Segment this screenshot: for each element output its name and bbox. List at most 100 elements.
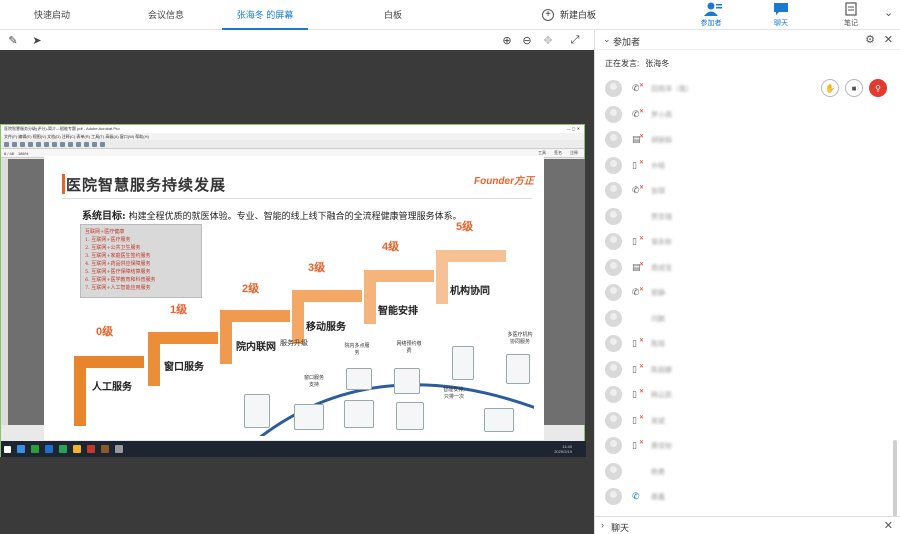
level-2: 2级 <box>242 283 260 295</box>
mic-muted-icon[interactable]: ⚲ <box>869 79 887 97</box>
pdf-menu-bar: 文件(F) 编辑(E) 视图(V) 文档(D) 注释(C) 表单(R) 工具(T… <box>1 133 584 140</box>
tab-shared-screen[interactable]: 张海冬 的屏幕 <box>222 0 308 30</box>
new-whiteboard-button[interactable]: + 新建白板 <box>542 0 596 30</box>
pdf-page-indicator: 8 / 48 <box>4 150 15 156</box>
participant-row[interactable]: ▯ ✕ 陈丽娜 <box>595 357 895 383</box>
figure-hospital <box>244 394 270 428</box>
tab-quick-start[interactable]: 快速启动 <box>22 0 82 30</box>
participant-row[interactable]: ▤ ✕ 周成宝 <box>595 255 895 281</box>
mobile-icon: ▯ ✕ <box>632 440 645 450</box>
collapse-icon[interactable]: ⌄ <box>603 34 611 45</box>
raise-hand-icon[interactable]: ✋ <box>821 79 839 97</box>
participant-name: 杨勇 <box>651 468 665 476</box>
participants-button[interactable]: 参加者 <box>688 0 734 30</box>
camera-icon[interactable]: ■ <box>845 79 863 97</box>
fullscreen-icon[interactable]: ⤢ <box>568 33 582 47</box>
mobile-icon: ▯ ✕ <box>632 414 645 425</box>
fig-label-window: 窗口服务支持 <box>303 375 324 388</box>
participant-name: 郭静 <box>651 290 665 297</box>
participant-row[interactable]: ▯ ✕ 陈瑶 <box>595 331 895 357</box>
zoom-out-icon[interactable]: ⊖ <box>520 33 534 47</box>
notes-label: 笔记 <box>844 20 858 27</box>
participant-name: 吴斌 <box>651 417 665 425</box>
gear-icon[interactable]: ⚙ <box>865 33 875 46</box>
slide-title: 医院智慧服务持续发展 <box>66 177 227 194</box>
pdf-side-panel <box>1 159 8 425</box>
participant-row[interactable]: 贾京瑞 <box>595 204 895 230</box>
chevron-down-icon[interactable]: ⌄ <box>884 6 893 19</box>
avatar <box>605 182 622 199</box>
mobile-icon: ▯ ✕ <box>632 159 645 170</box>
avatar <box>605 462 622 480</box>
figure-nurse <box>344 400 374 428</box>
avatar <box>605 360 622 378</box>
title-accent <box>62 174 65 194</box>
participant-name: 许晓 <box>651 162 665 170</box>
avatar <box>605 131 622 148</box>
window-controls: — ▢ ✕ <box>566 126 580 131</box>
expand-icon[interactable]: › <box>601 520 604 530</box>
pdf-title-bar: 医院智慧服务分级(评分)-简介---赋能专题.pdf - Adobe Acrob… <box>1 125 584 133</box>
step-intranet: 院内联网 <box>236 342 276 353</box>
plus-icon: + <box>542 9 554 21</box>
move-icon[interactable]: ✥ <box>541 33 555 47</box>
founder-logo: Founder方正 <box>474 176 534 187</box>
panel-header: ⌄ 参加者 ⚙ ✕ <box>595 30 900 50</box>
slide-page: 医院智慧服务持续发展 Founder方正 系统目标: 构建全程优质的就医体验。专… <box>44 156 544 440</box>
figure-robot <box>452 346 474 380</box>
participant-row[interactable]: ▯ ✕ 韩云凯 <box>595 382 895 408</box>
windows-taskbar: 11:40 2020/2/19 <box>1 441 586 457</box>
participant-row[interactable]: 闫鹏 <box>595 306 895 332</box>
participant-row[interactable]: ✆ ✕ 郭静 <box>595 280 895 306</box>
participant-row[interactable]: ✆ 唐鑫 <box>595 484 895 510</box>
phone-icon: ✆ ✕ <box>632 83 645 93</box>
figure-window <box>294 404 324 430</box>
fig-label-smart: 智能安排,只排一次 <box>443 387 465 400</box>
top-bar: 快速启动 会议信息 张海冬 的屏幕 白板 + 新建白板 参加者 聊天 笔记 ⌄ <box>0 0 900 30</box>
close-icon[interactable]: ✕ <box>884 33 893 46</box>
participant-row[interactable]: ✆ ✕ 田雨泽（我） ✋ ■ ⚲ <box>595 76 895 102</box>
system-goal: 系统目标: 构建全程优质的就医体验。专业、智能的线上线下融合的全流程健康管理服务… <box>82 207 462 222</box>
participant-row[interactable]: ▯ ✕ 邹永秋 <box>595 229 895 255</box>
participant-row[interactable]: ▯ ✕ 许晓 <box>595 153 895 179</box>
scrollbar[interactable] <box>893 440 897 520</box>
participant-row[interactable]: ✆ ✕ 罗小燕 <box>595 102 895 128</box>
chat-button[interactable]: 聊天 <box>758 0 804 30</box>
tab-meeting-info[interactable]: 会议信息 <box>136 0 196 30</box>
participant-row[interactable]: 杨勇 <box>595 459 895 485</box>
participants-panel: ⌄ 参加者 ⚙ ✕ 正在发言: 张海冬 ✆ ✕ 田雨泽（我） ✋ ■ ⚲ ✆ ✕ 罗小燕 ▤ ✕ 胡丽娟… <box>594 30 900 534</box>
participant-name: 韩云凯 <box>651 392 672 399</box>
fig-label-collab: 多医疗机构协同服务 <box>507 332 533 345</box>
taskbar-clock: 11:40 2020/2/19 <box>554 444 572 454</box>
phone-icon: ✆ <box>632 491 640 501</box>
participant-name: 罗小燕 <box>651 111 672 119</box>
screen-toolbar: ✎ ➤ ⊕ ⊖ ✥ ⤢ <box>0 30 594 50</box>
chat-icon <box>774 3 788 15</box>
participant-row[interactable]: ▤ ✕ 胡丽娟 <box>595 127 895 153</box>
pdf-sign-tab: 签名 <box>554 150 562 155</box>
participant-name: 黄佳怡 <box>651 443 672 450</box>
participant-row[interactable]: ✆ ✕ 张琪 <box>595 178 895 204</box>
participant-name: 周成宝 <box>651 264 672 272</box>
chat-panel-header[interactable]: › 聊天 ✕ <box>595 516 900 534</box>
tab-whiteboard[interactable]: 白板 <box>368 0 418 30</box>
zoom-in-icon[interactable]: ⊕ <box>500 33 514 47</box>
close-chat-icon[interactable]: ✕ <box>884 519 893 532</box>
pen-icon[interactable]: ✎ <box>6 33 20 47</box>
participant-row[interactable]: ▯ ✕ 吴斌 <box>595 408 895 434</box>
phone-icon: ✆ ✕ <box>632 108 645 119</box>
figure-computer <box>394 368 420 394</box>
pointer-icon[interactable]: ➤ <box>30 33 44 47</box>
desktop-icon: ▤ ✕ <box>632 261 645 272</box>
pdf-zoom: 186% <box>18 150 29 156</box>
step-window: 窗口服务 <box>164 362 204 373</box>
avatar <box>605 411 622 429</box>
title-divider <box>62 198 532 199</box>
participant-row[interactable]: ▯ ✕ 黄佳怡 <box>595 433 895 459</box>
step-collab: 机构协同 <box>450 286 490 297</box>
notes-button[interactable]: 笔记 <box>828 0 874 30</box>
participant-name: 陈丽娜 <box>651 366 672 374</box>
participant-name: 田雨泽（我） <box>651 86 693 93</box>
avatar <box>605 335 622 352</box>
participant-name: 唐鑫 <box>651 494 665 501</box>
